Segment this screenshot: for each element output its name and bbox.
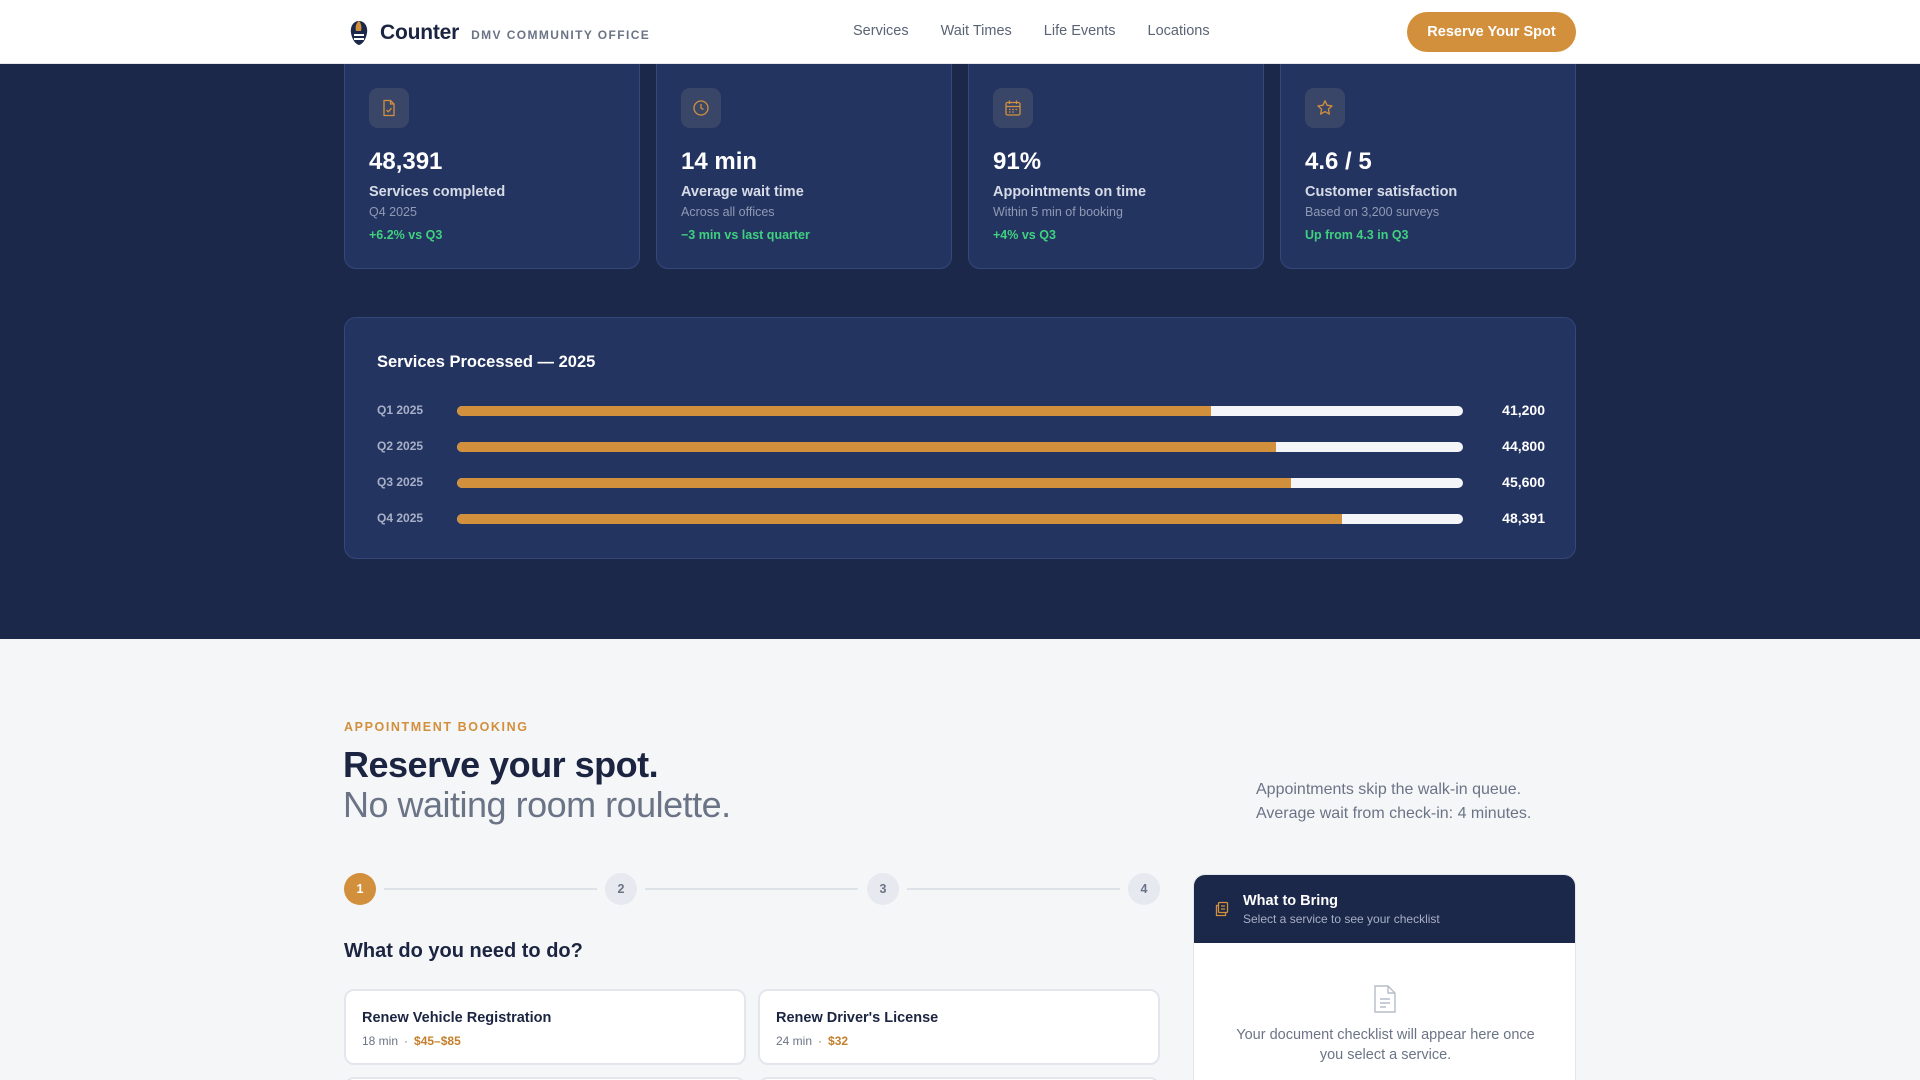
chart-bar-row: Q1 2025 41,200 — [377, 400, 1545, 420]
bar-track — [457, 478, 1463, 488]
chart-bar-row: Q3 2025 45,600 — [377, 472, 1545, 492]
step-3[interactable]: 3 — [867, 873, 899, 905]
stat-subtext: Within 5 min of booking — [993, 205, 1123, 219]
stat-label: Appointments on time — [993, 184, 1147, 200]
step-2[interactable]: 2 — [605, 873, 637, 905]
brand[interactable]: Counter DMV COMMUNITY OFFICE — [344, 18, 650, 48]
bar-category-label: Q1 2025 — [377, 403, 424, 417]
stat-delta: −3 min vs last quarter — [681, 228, 810, 242]
step-connector — [907, 888, 1120, 890]
stat-value: 91% — [993, 148, 1042, 175]
service-name: Renew Vehicle Registration — [362, 1010, 552, 1026]
nav-services[interactable]: Services — [853, 23, 909, 39]
chart-bar — [457, 514, 1343, 524]
service-price: $32 — [828, 1034, 849, 1048]
service-duration: 24 min — [776, 1034, 813, 1048]
star-icon — [1305, 88, 1345, 128]
checklist-subtitle: Select a service to see your checklist — [1243, 912, 1440, 926]
bar-category-label: Q2 2025 — [377, 439, 424, 453]
meta-separator: · — [404, 1034, 409, 1048]
site-header: Counter DMV COMMUNITY OFFICE Services Wa… — [0, 0, 1920, 64]
step-4[interactable]: 4 — [1128, 873, 1160, 905]
stat-label: Services completed — [369, 184, 506, 200]
service-name: Renew Driver's License — [776, 1010, 939, 1026]
checklist-panel: What to Bring Select a service to see yo… — [1193, 874, 1576, 1080]
stat-card-satisfaction: 4.6 / 5 Customer satisfaction Based on 3… — [1280, 64, 1576, 269]
stat-delta: Up from 4.3 in Q3 — [1305, 228, 1409, 242]
service-option-drivers-license[interactable]: Renew Driver's License 24 min · $32 — [758, 989, 1160, 1065]
bar-track — [457, 406, 1463, 416]
page-subtitle: No waiting room roulette. — [343, 784, 731, 825]
bar-category-label: Q4 2025 — [377, 511, 424, 525]
step-connector — [645, 888, 858, 890]
stat-card-on-time: 91% Appointments on time Within 5 min of… — [968, 64, 1264, 269]
page-title: Reserve your spot. — [343, 744, 659, 785]
chart-bar — [457, 478, 1292, 488]
bar-track — [457, 442, 1463, 452]
stat-subtext: Based on 3,200 surveys — [1305, 205, 1440, 219]
calendar-icon — [993, 88, 1033, 128]
bar-value-label: 48,391 — [1502, 510, 1545, 526]
nav-locations[interactable]: Locations — [1148, 23, 1210, 39]
step-connector — [384, 888, 597, 890]
intro-line: Appointments skip the walk-in queue. — [1256, 781, 1522, 798]
bar-value-label: 41,200 — [1502, 402, 1545, 418]
chart-bar-row: Q4 2025 48,391 — [377, 508, 1545, 528]
service-price: $45–$85 — [414, 1034, 461, 1048]
clock-icon — [681, 88, 721, 128]
stat-value: 4.6 / 5 — [1305, 148, 1372, 175]
nav-wait-times[interactable]: Wait Times — [941, 23, 1012, 39]
stat-card-wait-time: 14 min Average wait time Across all offi… — [656, 64, 952, 269]
chart-title: Services Processed — 2025 — [377, 353, 596, 371]
bar-value-label: 45,600 — [1502, 474, 1545, 490]
booking-stepper: 1 2 3 4 — [344, 873, 1160, 905]
document-icon — [1372, 984, 1398, 1019]
stat-label: Average wait time — [681, 184, 804, 200]
checklist-empty-text: Your document checklist will appear here… — [1236, 1027, 1535, 1063]
bar-value-label: 44,800 — [1502, 438, 1545, 454]
chart-bar-row: Q2 2025 44,800 — [377, 436, 1545, 456]
stat-delta: +6.2% vs Q3 — [369, 228, 443, 242]
service-option-vehicle-registration[interactable]: Renew Vehicle Registration 18 min · $45–$8… — [344, 989, 746, 1065]
main-nav: Services Wait Times Life Events Location… — [853, 23, 1242, 39]
meta-separator: · — [818, 1034, 823, 1048]
service-meta: 18 min · $45–$85 — [362, 1034, 461, 1048]
intro-line: Average wait from check-in: 4 minutes. — [1256, 805, 1532, 822]
brand-subtitle: DMV COMMUNITY OFFICE — [471, 27, 651, 42]
stat-value: 48,391 — [369, 148, 443, 175]
nav-life-events[interactable]: Life Events — [1044, 23, 1116, 39]
stat-label: Customer satisfaction — [1305, 184, 1458, 200]
counter-logo-icon — [344, 18, 374, 48]
checklist-header: What to Bring Select a service to see yo… — [1194, 875, 1575, 943]
chart-bar — [457, 406, 1211, 416]
stat-card-services: 48,391 Services completed Q4 2025 +6.2% … — [344, 64, 640, 269]
step-1[interactable]: 1 — [344, 873, 376, 905]
stats-section: 48,391 Services completed Q4 2025 +6.2% … — [0, 64, 1920, 639]
documents-icon — [1214, 901, 1230, 922]
service-duration: 18 min — [362, 1034, 399, 1048]
stat-subtext: Q4 2025 — [369, 205, 417, 219]
brand-name: Counter — [380, 21, 460, 44]
stat-subtext: Across all offices — [681, 205, 775, 219]
stat-delta: +4% vs Q3 — [993, 228, 1056, 242]
bar-track — [457, 514, 1463, 524]
stat-value: 14 min — [681, 148, 758, 175]
chart-bar — [457, 442, 1277, 452]
document-check-icon — [369, 88, 409, 128]
checklist-title: What to Bring — [1243, 893, 1339, 909]
step-question: What do you need to do? — [344, 940, 583, 962]
service-meta: 24 min · $32 — [776, 1034, 848, 1048]
section-eyebrow: APPOINTMENT BOOKING — [344, 720, 529, 734]
booking-intro: Appointments skip the walk-in queue. Ave… — [1256, 778, 1576, 826]
bar-category-label: Q3 2025 — [377, 475, 424, 489]
reserve-spot-button[interactable]: Reserve Your Spot — [1407, 12, 1576, 52]
services-processed-chart: Services Processed — 2025 Q1 2025 41,200… — [344, 317, 1576, 559]
